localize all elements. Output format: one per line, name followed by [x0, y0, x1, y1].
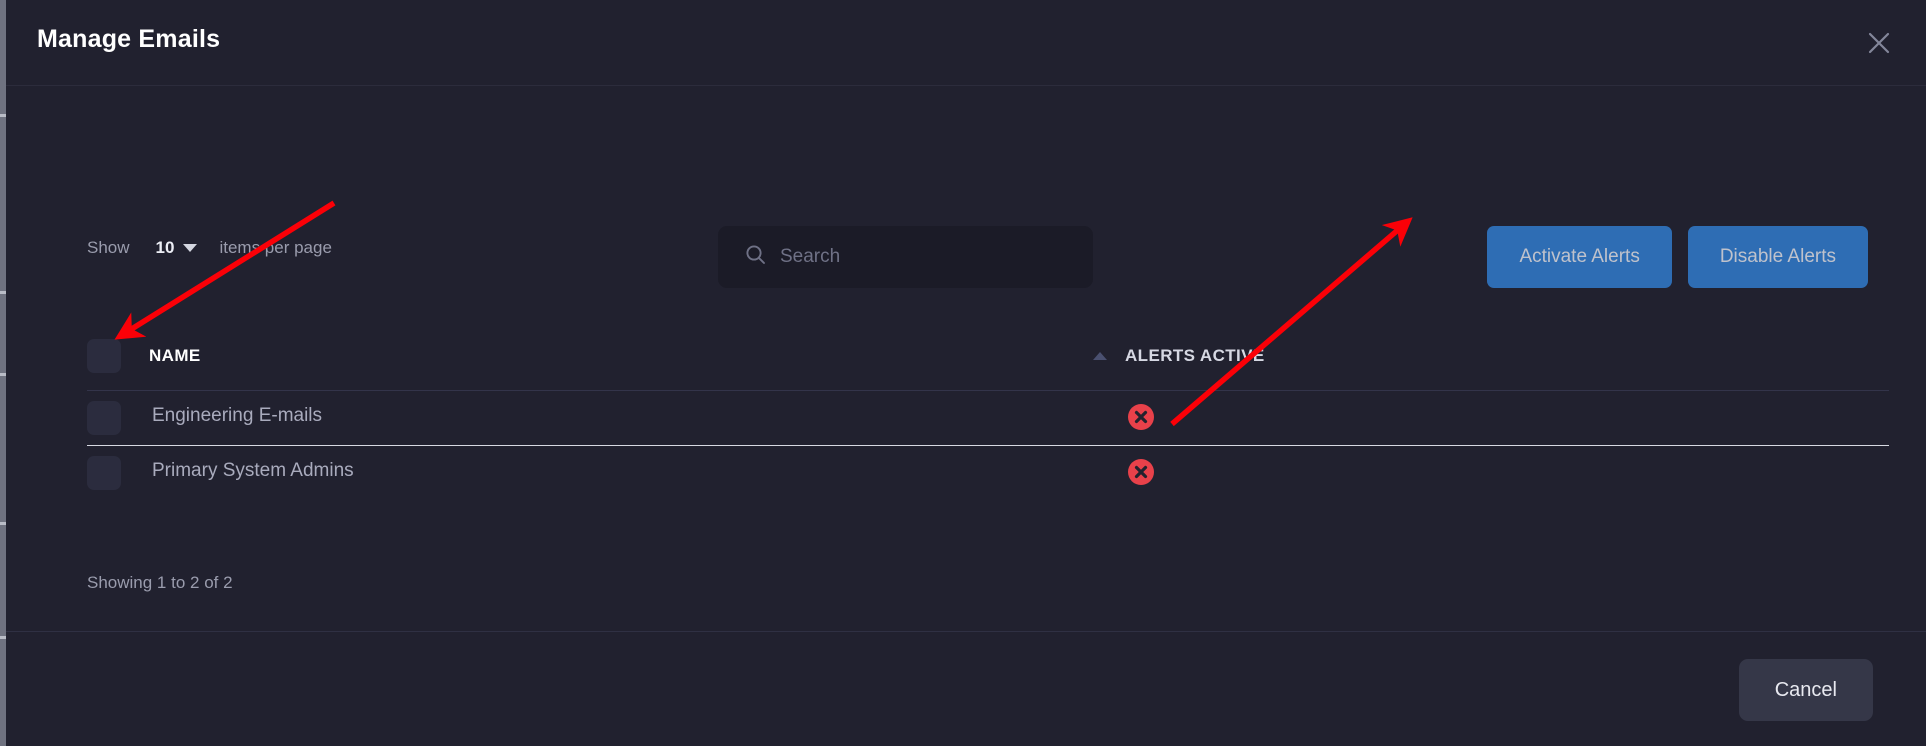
page-size-select[interactable]: 10	[156, 238, 198, 258]
times-circle-icon	[1127, 458, 1155, 486]
row-name: Primary System Admins	[152, 460, 354, 481]
activate-alerts-button[interactable]: Activate Alerts	[1487, 226, 1672, 288]
pagination-summary: Showing 1 to 2 of 2	[87, 573, 233, 592]
alert-action-buttons: Activate Alerts Disable Alerts	[1487, 226, 1868, 288]
table-row[interactable]: Primary System Admins	[87, 446, 1889, 501]
emails-table: NAME ALERTS ACTIVE Engineering E-mails P…	[87, 331, 1889, 501]
search-icon	[745, 244, 766, 270]
window-scrollbar-strip[interactable]	[0, 0, 6, 746]
table-controls-row: Show 10 items per page Activate Alerts	[6, 226, 1926, 288]
column-header-alerts-active[interactable]: ALERTS ACTIVE	[1125, 346, 1265, 366]
dialog-footer: Cancel	[6, 631, 1926, 746]
select-all-checkbox[interactable]	[87, 339, 121, 373]
dialog-header: Manage Emails	[6, 0, 1926, 86]
scrollbar-tick	[0, 522, 6, 525]
show-label: Show	[87, 238, 130, 257]
scrollbar-tick	[0, 636, 6, 639]
scrollbar-tick	[0, 373, 6, 376]
row-checkbox[interactable]	[87, 456, 121, 490]
column-header-name[interactable]: NAME	[149, 346, 201, 366]
times-circle-icon	[1127, 403, 1155, 431]
chevron-down-icon	[183, 244, 198, 252]
table-header-row: NAME ALERTS ACTIVE	[87, 331, 1889, 391]
scrollbar-tick	[0, 114, 6, 117]
row-name: Engineering E-mails	[152, 405, 323, 426]
page-size-control: Show 10 items per page	[87, 238, 332, 258]
scrollbar-tick	[0, 291, 6, 294]
manage-emails-dialog: Manage Emails Show 10 items per page Sea…	[6, 0, 1926, 746]
close-icon[interactable]	[1862, 26, 1896, 60]
items-per-page-label: items per page	[219, 238, 332, 257]
page-size-value: 10	[155, 238, 175, 257]
row-checkbox[interactable]	[87, 401, 121, 435]
dialog-title: Manage Emails	[37, 25, 221, 53]
search-box[interactable]	[718, 226, 1093, 288]
table-row[interactable]: Engineering E-mails	[87, 391, 1889, 446]
search-input[interactable]	[780, 246, 1073, 268]
dialog-body: Show 10 items per page Activate Alerts	[6, 86, 1926, 631]
disable-alerts-button[interactable]: Disable Alerts	[1687, 226, 1868, 288]
sort-ascending-caret-icon[interactable]	[1093, 352, 1107, 360]
cancel-button[interactable]: Cancel	[1738, 659, 1873, 721]
